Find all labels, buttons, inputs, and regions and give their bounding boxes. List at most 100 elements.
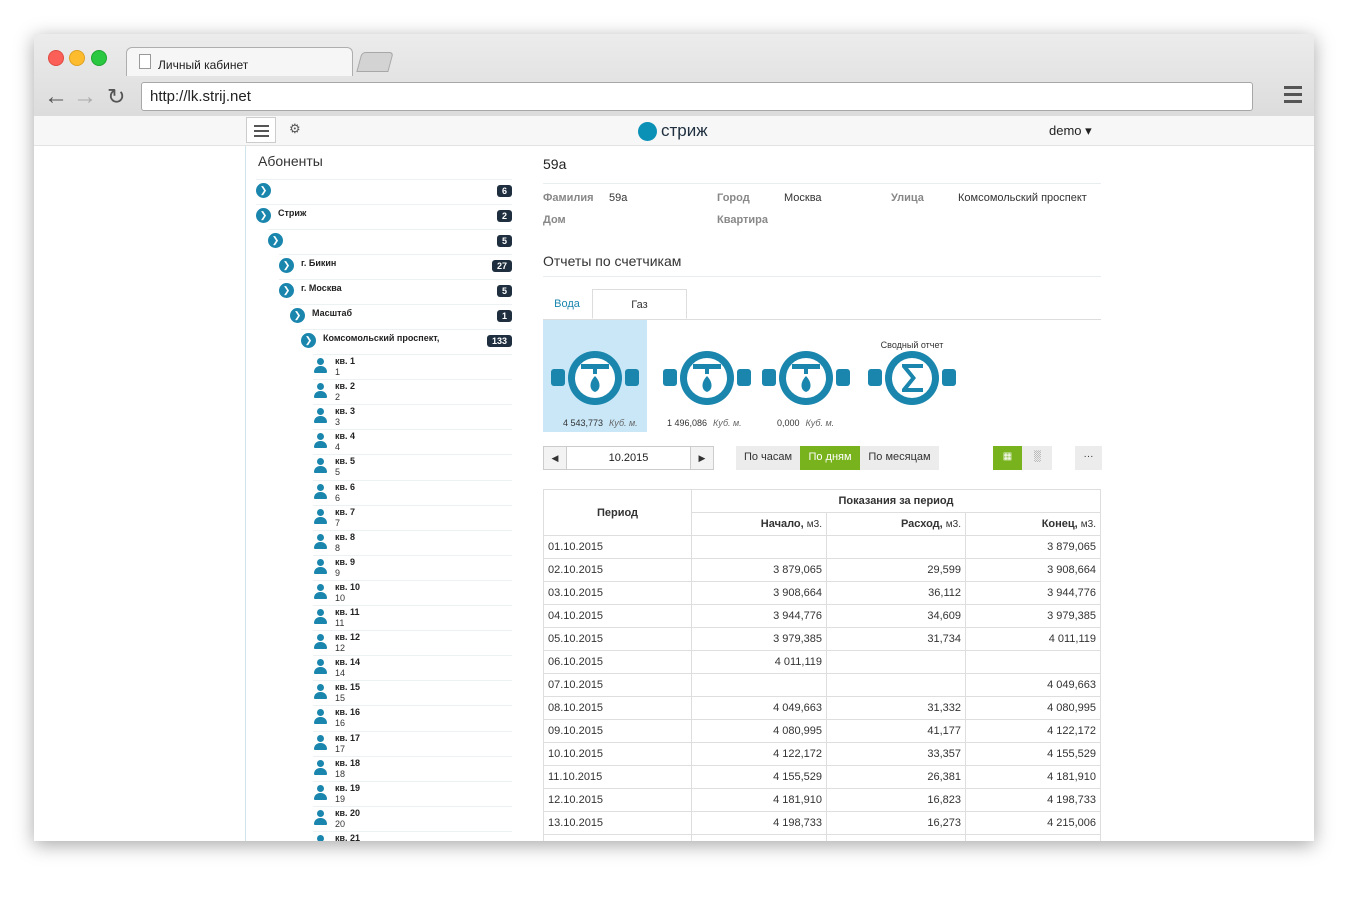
apartment-item[interactable]: кв. 66 <box>313 479 512 505</box>
sidebar-toggle-button[interactable] <box>246 117 276 143</box>
meter-card[interactable]: 0,000 Куб. м. <box>754 320 858 432</box>
tab-water[interactable]: Вода <box>543 289 591 319</box>
apartment-item[interactable]: кв. 55 <box>313 454 512 479</box>
more-options-button[interactable]: ··· <box>1075 446 1102 470</box>
readings-group-header: Показания за период <box>691 489 1101 513</box>
tree-group-label: Масштаб <box>312 308 353 318</box>
chevron-down-icon[interactable]: ❯ <box>290 308 305 323</box>
address-bar[interactable]: http://lk.strij.net <box>141 82 1253 111</box>
user-icon <box>313 809 327 826</box>
prev-month-button[interactable]: ◀ <box>544 447 567 469</box>
browser-window: Личный кабинет ← → ↻ http://lk.strij.net… <box>34 34 1314 841</box>
usage-cell <box>826 535 966 559</box>
apartment-item[interactable]: кв. 19 19 <box>313 780 512 806</box>
apartment-number: 11 <box>335 618 345 628</box>
apartment-item[interactable]: кв. 10 10 <box>313 579 512 605</box>
date-value[interactable]: 10.2015 <box>567 447 690 469</box>
apartment-item[interactable]: кв. 14 14 <box>313 655 512 680</box>
apartment-name: кв. 18 <box>335 757 361 768</box>
reload-icon[interactable]: ↻ <box>107 84 125 110</box>
brand-logo[interactable]: стриж <box>638 121 708 141</box>
apartment-number: 7 <box>335 517 341 528</box>
apartment-item[interactable]: кв. 18 18 <box>313 755 512 781</box>
apartment-number: 17 <box>335 743 346 754</box>
gear-icon[interactable]: ⚙ <box>289 121 301 137</box>
apartment-item[interactable]: кв. 33 <box>313 404 512 429</box>
tree-group[interactable]: ❯ Масштаб 1 <box>290 304 512 329</box>
subscriber-name: 59а <box>543 156 567 172</box>
tree-group[interactable]: ❯ г. Москва 5 <box>279 279 512 304</box>
apartment-item[interactable]: кв. 17 17 <box>313 730 512 756</box>
reports-title: Отчеты по счетчикам <box>543 253 682 269</box>
apartment-number: 4 <box>335 442 341 453</box>
start-cell: 4 011,119 <box>691 650 827 674</box>
apartment-item[interactable]: кв. 12 12 <box>313 630 512 655</box>
chevron-down-icon[interactable]: ❯ <box>301 333 316 348</box>
start-cell: 3 879,065 <box>691 558 827 582</box>
tree-group[interactable]: ❯ 5 <box>268 229 512 254</box>
sidebar-title: Абоненты <box>258 153 323 169</box>
start-cell: 3 944,776 <box>691 604 827 628</box>
chevron-down-icon[interactable]: ❯ <box>279 283 294 298</box>
summary-report-card[interactable]: Сводный отчет <box>860 320 964 432</box>
table-row: 12.10.2015 4 181,910 16,823 4 198,733 <box>543 788 1101 812</box>
tree-group[interactable]: ❯ г. Бикин 27 <box>279 254 512 279</box>
tree-group[interactable]: ❯ 6 <box>256 179 512 204</box>
apartment-item[interactable]: кв. 88 <box>313 529 512 555</box>
chevron-right-icon[interactable]: ❯ <box>256 183 271 198</box>
apartment-item[interactable]: кв. 99 <box>313 554 512 580</box>
close-window-button[interactable] <box>48 50 64 66</box>
period-cell: 11.10.2015 <box>543 765 692 789</box>
apartment-name: кв. 5 <box>335 456 356 467</box>
browser-tab[interactable]: Личный кабинет <box>126 47 353 76</box>
tree-group[interactable]: ❯ Стриж 2 <box>256 204 512 229</box>
count-badge: 6 <box>496 185 512 197</box>
forward-arrow-icon[interactable]: → <box>73 84 97 110</box>
minimize-window-button[interactable] <box>69 50 85 66</box>
apartment-item[interactable]: кв. 21 <box>313 830 512 841</box>
next-month-button[interactable]: ▶ <box>690 447 713 469</box>
browser-menu-icon[interactable] <box>1284 86 1302 107</box>
period-cell: 12.10.2015 <box>543 788 692 812</box>
browser-chrome: Личный кабинет ← → ↻ http://lk.strij.net <box>34 34 1314 117</box>
tab-gas[interactable]: Газ <box>592 289 687 319</box>
end-cell: 4 155,529 <box>965 742 1101 766</box>
user-icon <box>313 483 327 500</box>
by-hours-button[interactable]: По часам <box>736 446 800 470</box>
apartment-item[interactable]: кв. 15 15 <box>313 680 512 705</box>
apartment-item[interactable]: кв. 44 <box>313 429 512 454</box>
apartment-name: кв. 7 <box>335 506 356 517</box>
apartment-name: кв. 3 <box>335 406 356 417</box>
count-badge: 1 <box>496 310 512 322</box>
chevron-down-icon[interactable]: ❯ <box>256 208 271 223</box>
apartment-item[interactable]: кв. 16 16 <box>313 705 512 730</box>
table-view-icon[interactable]: ▦ <box>993 446 1022 470</box>
by-months-button[interactable]: По месяцам <box>860 446 939 470</box>
chart-view-icon[interactable]: ░ <box>1022 446 1052 470</box>
table-row: 08.10.2015 4 049,663 31,332 4 080,995 <box>543 696 1101 720</box>
apartment-item[interactable]: кв. 77 <box>313 504 512 530</box>
apartment-name: кв. 11 <box>335 607 360 617</box>
back-arrow-icon[interactable]: ← <box>44 84 68 110</box>
apartment-item[interactable]: кв. 11 <box>313 354 512 379</box>
user-icon <box>313 583 327 600</box>
by-days-button[interactable]: По дням <box>800 446 860 470</box>
chevron-down-icon[interactable]: ❯ <box>268 233 283 248</box>
apartment-item[interactable]: кв. 11 11 <box>313 605 512 630</box>
user-icon <box>313 458 327 474</box>
tree-group[interactable]: ❯ Комсомольский проспект, 133 <box>301 329 512 354</box>
user-menu[interactable]: demo ▾ <box>1049 123 1092 139</box>
meter-card[interactable]: 1 496,086 Куб. м. <box>655 320 759 432</box>
apartment-number: 16 <box>335 718 346 729</box>
apartment-item[interactable]: кв. 22 <box>313 379 512 404</box>
readings-table: Период Показания за период Начало, м3. Р… <box>543 489 1101 841</box>
apartment-item[interactable]: кв. 20 20 <box>313 805 512 831</box>
meter-card[interactable]: 4 543,773 Куб. м. <box>543 320 647 432</box>
start-cell: 3 908,664 <box>691 581 827 605</box>
table-row <box>543 834 1101 841</box>
new-tab-button[interactable] <box>356 52 394 72</box>
chevron-right-icon[interactable]: ❯ <box>279 258 294 273</box>
main-content: 59а Фамилия 59а Город Москва Улица Комсо… <box>543 146 1103 841</box>
maximize-window-button[interactable] <box>91 50 107 66</box>
street-value: Комсомольский проспект <box>958 192 1087 204</box>
